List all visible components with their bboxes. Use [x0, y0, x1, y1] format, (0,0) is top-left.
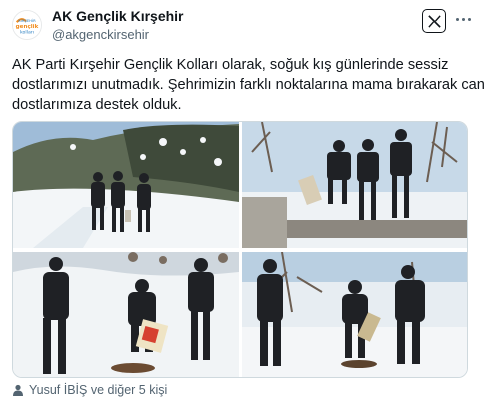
photo-1[interactable] [13, 122, 239, 248]
person-icon [13, 384, 23, 396]
svg-text:KIRŞEHİR: KIRŞEHİR [18, 18, 36, 23]
x-logo-icon[interactable] [422, 9, 446, 33]
photo-3[interactable] [13, 252, 239, 377]
post-text: AK Parti Kırşehir Gençlik Kolları olarak… [12, 57, 485, 113]
photo-2[interactable] [242, 122, 467, 248]
tagged-people[interactable]: Yusuf İBİŞ ve diğer 5 kişi [12, 383, 167, 397]
media-grid [12, 121, 468, 378]
display-name[interactable]: AK Gençlik Kırşehir [52, 8, 184, 24]
tagged-people-label: Yusuf İBİŞ ve diğer 5 kişi [29, 383, 168, 397]
photo-4[interactable] [242, 252, 467, 377]
account-handle[interactable]: @akgenckirsehir [52, 27, 149, 42]
avatar[interactable]: KIRŞEHİR gençlik kolları [12, 10, 42, 40]
svg-text:gençlik: gençlik [16, 24, 39, 30]
post-card: KIRŞEHİR gençlik kolları AK Gençlik Kırş… [0, 0, 500, 402]
more-dots-icon[interactable] [452, 8, 474, 30]
svg-text:kolları: kolları [20, 29, 34, 35]
ak-genclik-logo-icon: KIRŞEHİR gençlik kolları [13, 11, 41, 39]
